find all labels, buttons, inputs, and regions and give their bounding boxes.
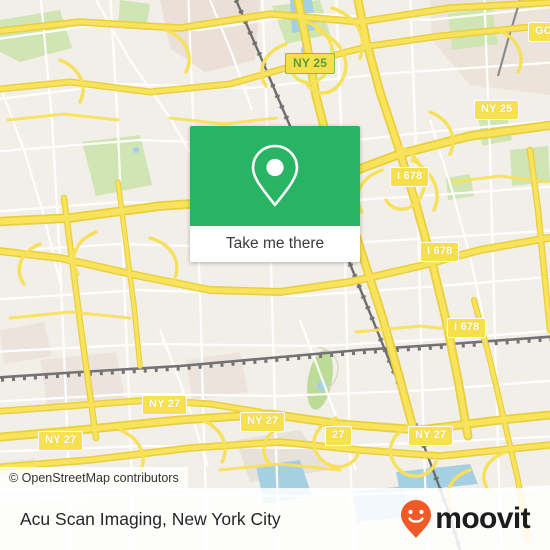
road-shield-ny27-mid: NY 27	[240, 412, 286, 432]
moovit-smiley-pin-icon	[401, 500, 432, 538]
road-shield-ny25-east: NY 25	[474, 100, 520, 120]
road-shield-i678-north: I 678	[390, 167, 430, 187]
osm-attribution[interactable]: © OpenStreetMap contributors	[0, 467, 188, 490]
road-shield-27: 27	[325, 426, 352, 446]
map-page: NY 25 GC NY 25 I 678 I 678 I 678 NY 27 N…	[0, 0, 550, 550]
road-shield-ny27-east: NY 27	[408, 426, 454, 446]
moovit-logo[interactable]: moovit	[399, 499, 531, 539]
bottom-bar: Acu Scan Imaging, New York City moovit	[0, 488, 550, 550]
destination-popup[interactable]: Take me there	[190, 126, 360, 262]
place-title: Acu Scan Imaging, New York City	[20, 508, 281, 529]
road-shield-i678-mid: I 678	[420, 242, 460, 262]
take-me-there-button[interactable]: Take me there	[190, 226, 360, 262]
road-shield-ny25-primary: NY 25	[285, 53, 336, 74]
road-shield-ny27-west: NY 27	[38, 431, 84, 451]
moovit-wordmark: moovit	[435, 502, 530, 535]
popup-header	[190, 126, 360, 226]
road-shield-ny27-center: NY 27	[142, 395, 188, 415]
road-shield-gc: GC	[528, 22, 550, 42]
osm-attribution-text: © OpenStreetMap contributors	[9, 471, 179, 485]
map-pin-icon	[251, 144, 299, 207]
road-shield-i678-south: I 678	[447, 318, 487, 338]
take-me-there-label: Take me there	[225, 235, 325, 252]
